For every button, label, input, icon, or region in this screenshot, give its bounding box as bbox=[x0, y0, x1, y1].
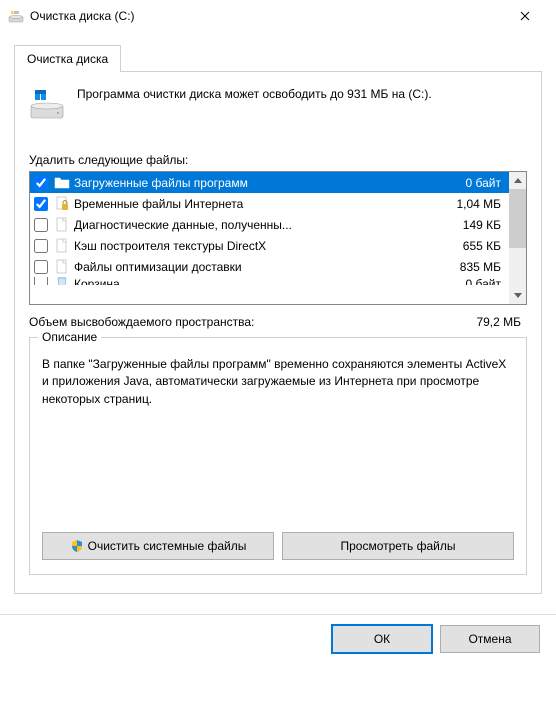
files-label: Удалить следующие файлы: bbox=[29, 153, 527, 167]
file-checkbox[interactable] bbox=[34, 239, 48, 253]
cancel-button[interactable]: Отмена bbox=[440, 625, 540, 653]
titlebar: Очистка диска (C:) bbox=[0, 0, 556, 32]
file-size: 0 байт bbox=[466, 277, 505, 285]
file-lock-icon bbox=[54, 196, 70, 212]
disk-large-icon bbox=[29, 86, 65, 125]
scroll-down-icon[interactable] bbox=[509, 287, 526, 304]
file-row[interactable]: Кэш построителя текстуры DirectX 655 КБ bbox=[30, 235, 509, 256]
file-name: Временные файлы Интернета bbox=[74, 197, 452, 211]
file-name: Кэш построителя текстуры DirectX bbox=[74, 239, 459, 253]
folder-icon bbox=[54, 175, 70, 191]
file-row[interactable]: Корзина 0 байт bbox=[30, 277, 509, 285]
file-row[interactable]: Диагностические данные, полученны... 149 … bbox=[30, 214, 509, 235]
file-checkbox[interactable] bbox=[34, 277, 48, 285]
file-checkbox[interactable] bbox=[34, 218, 48, 232]
disk-cleanup-icon bbox=[8, 8, 24, 24]
description-text: В папке "Загруженные файлы программ" вре… bbox=[42, 356, 514, 532]
close-button[interactable] bbox=[502, 1, 548, 31]
file-icon bbox=[54, 238, 70, 254]
description-box: Описание В папке "Загруженные файлы прог… bbox=[29, 337, 527, 575]
total-row: Объем высвобождаемого пространства: 79,2… bbox=[29, 315, 527, 329]
file-name: Загруженные файлы программ bbox=[74, 176, 462, 190]
view-files-button[interactable]: Просмотреть файлы bbox=[282, 532, 514, 560]
file-size: 655 КБ bbox=[463, 239, 505, 253]
tab-panel: Программа очистки диска может освободить… bbox=[14, 71, 542, 594]
window-title: Очистка диска (C:) bbox=[30, 9, 502, 23]
file-row[interactable]: Файлы оптимизации доставки 835 МБ bbox=[30, 256, 509, 277]
file-checkbox[interactable] bbox=[34, 176, 48, 190]
header-text: Программа очистки диска может освободить… bbox=[77, 86, 432, 103]
file-icon bbox=[54, 259, 70, 275]
file-checkbox[interactable] bbox=[34, 197, 48, 211]
file-size: 0 байт bbox=[466, 176, 505, 190]
file-row[interactable]: Временные файлы Интернета 1,04 МБ bbox=[30, 193, 509, 214]
recycle-icon bbox=[54, 277, 70, 285]
file-list: Загруженные файлы программ 0 байт Временны… bbox=[29, 171, 527, 305]
file-size: 835 МБ bbox=[460, 260, 505, 274]
ok-button[interactable]: ОК bbox=[332, 625, 432, 653]
dialog-buttons: ОК Отмена bbox=[0, 614, 556, 663]
file-size: 149 КБ bbox=[463, 218, 505, 232]
file-name: Файлы оптимизации доставки bbox=[74, 260, 456, 274]
file-size: 1,04 МБ bbox=[456, 197, 505, 211]
window-body: Очистка диска Программа очистки диска мо… bbox=[0, 32, 556, 604]
scroll-thumb[interactable] bbox=[509, 189, 526, 248]
tab-disk-cleanup[interactable]: Очистка диска bbox=[14, 45, 121, 72]
file-checkbox[interactable] bbox=[34, 260, 48, 274]
scrollbar[interactable] bbox=[509, 172, 526, 304]
file-icon bbox=[54, 217, 70, 233]
file-row[interactable]: Загруженные файлы программ 0 байт bbox=[30, 172, 509, 193]
scroll-up-icon[interactable] bbox=[509, 172, 526, 189]
clean-system-files-button[interactable]: Очистить системные файлы bbox=[42, 532, 274, 560]
shield-icon bbox=[70, 539, 84, 553]
total-value: 79,2 МБ bbox=[476, 315, 521, 329]
total-label: Объем высвобождаемого пространства: bbox=[29, 315, 254, 329]
file-name: Диагностические данные, полученны... bbox=[74, 218, 459, 232]
file-name: Корзина bbox=[74, 277, 462, 285]
description-legend: Описание bbox=[38, 330, 101, 344]
